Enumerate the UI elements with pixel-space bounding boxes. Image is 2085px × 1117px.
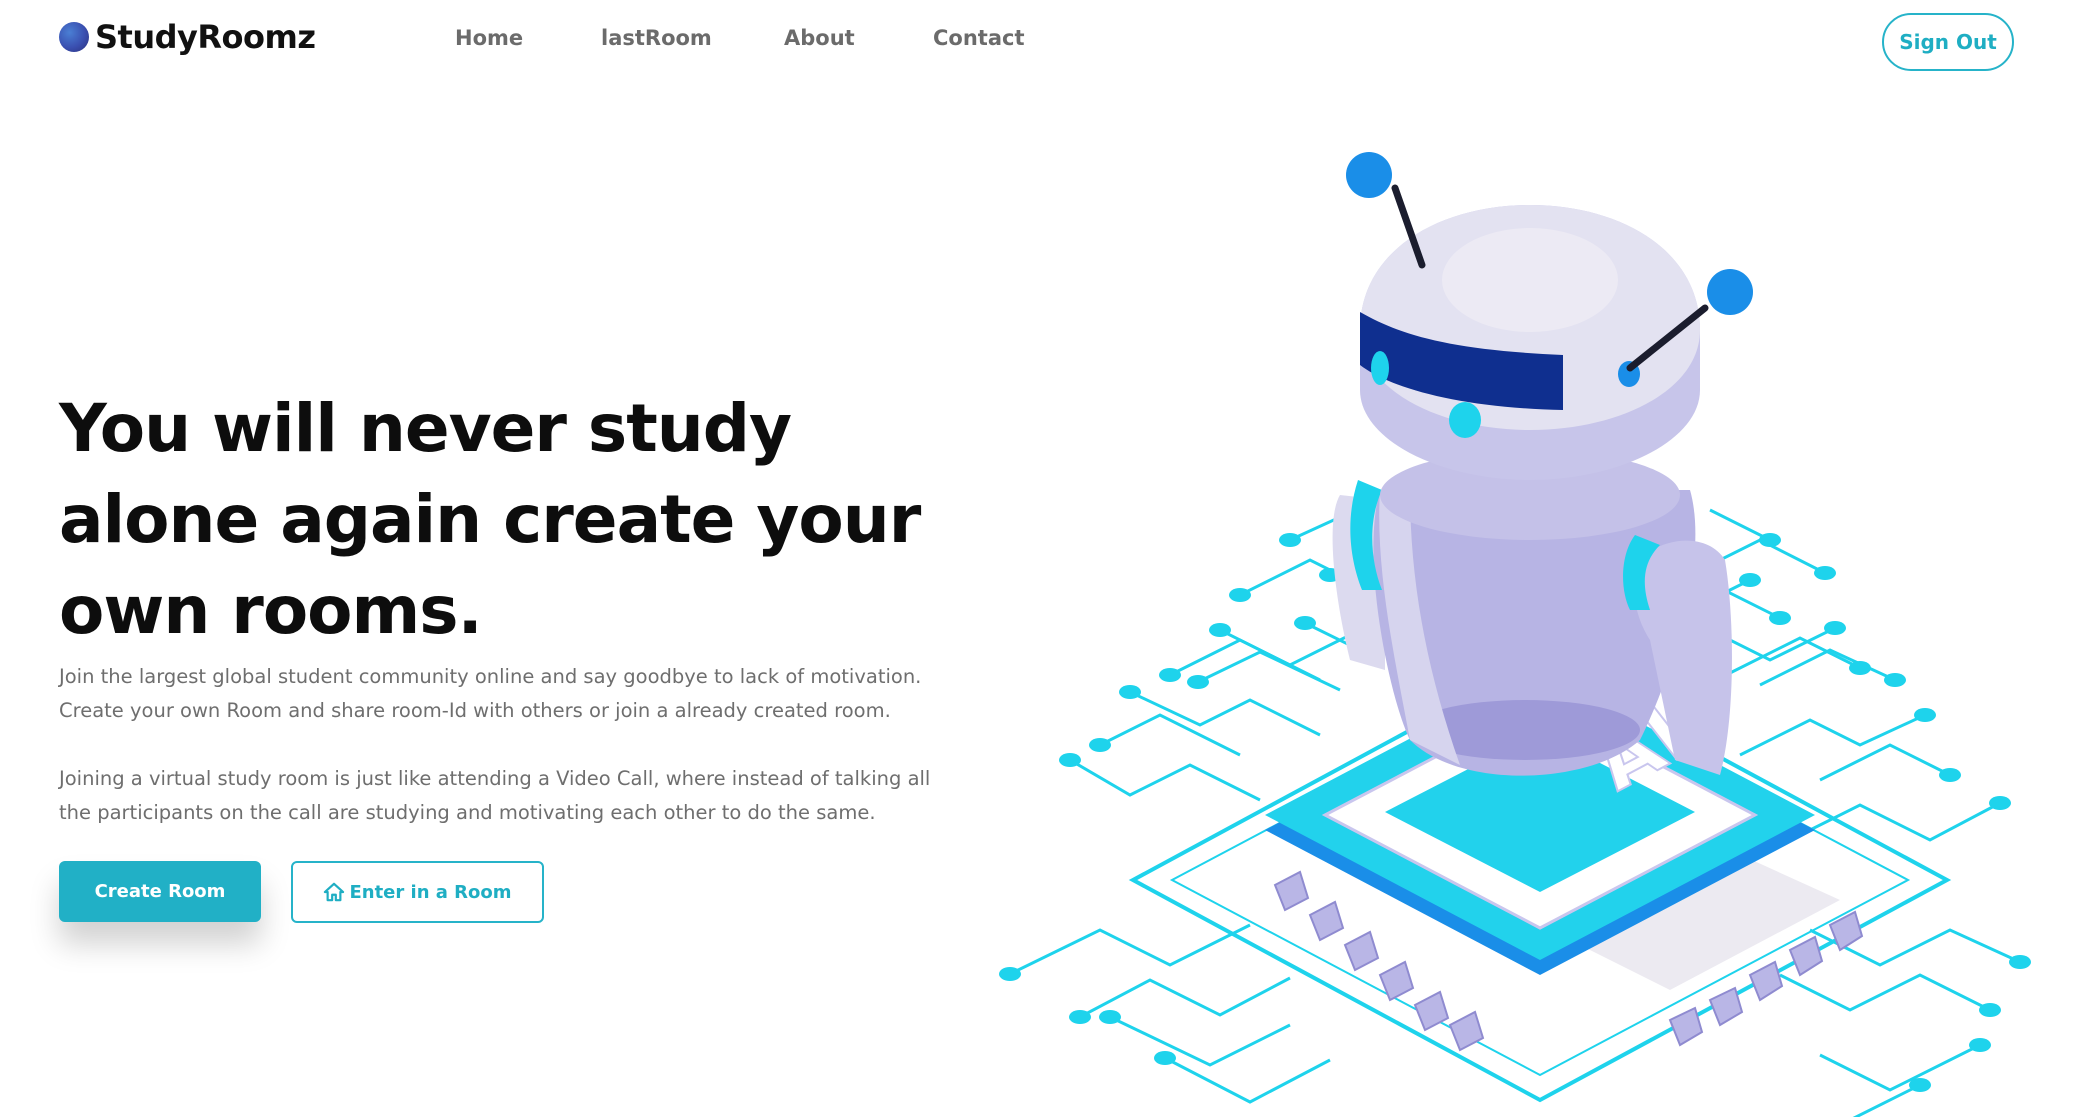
logo-icon <box>59 22 89 52</box>
home-icon <box>324 882 345 902</box>
robot-icon <box>1332 152 1753 776</box>
page: StudyRoomz Home lastRoom About Contact S… <box>0 0 2085 1117</box>
nav-item-home[interactable]: Home <box>455 26 523 50</box>
robot-ai-illustration: AI <box>999 152 2031 1117</box>
brand-name: StudyRoomz <box>95 18 316 56</box>
create-room-button[interactable]: Create Room <box>59 861 261 922</box>
nav-item-contact[interactable]: Contact <box>933 26 1025 50</box>
enter-room-label: Enter in a Room <box>349 881 512 903</box>
hero-paragraph-intro: Join the largest global student communit… <box>59 665 922 722</box>
sign-out-button[interactable]: Sign Out <box>1882 13 2014 71</box>
nav-item-about[interactable]: About <box>784 26 855 50</box>
nav-item-lastroom[interactable]: lastRoom <box>601 26 712 50</box>
brand-logo[interactable]: StudyRoomz <box>59 18 316 56</box>
hero-title: You will never study alone again create … <box>59 390 921 649</box>
enter-room-button[interactable]: Enter in a Room <box>291 861 544 923</box>
hero-paragraph-details: Joining a virtual study room is just lik… <box>59 767 931 824</box>
